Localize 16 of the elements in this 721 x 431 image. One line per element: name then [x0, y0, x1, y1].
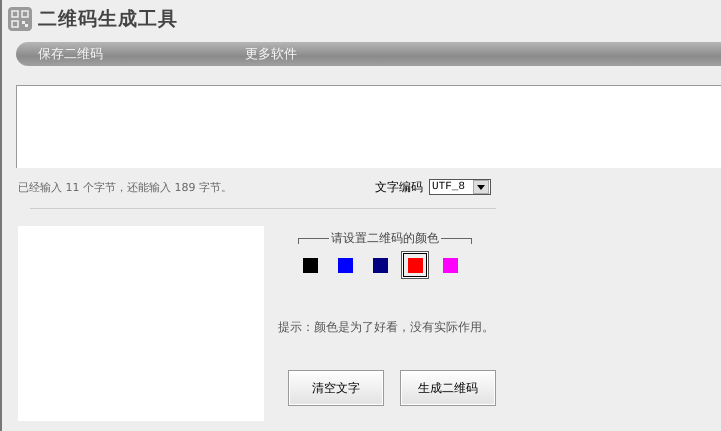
- color-swatch[interactable]: [370, 255, 390, 275]
- encoding-label: 文字编码: [375, 178, 423, 196]
- color-swatch[interactable]: [403, 253, 427, 277]
- action-button[interactable]: 生成二维码: [400, 370, 496, 406]
- encoding-dropdown[interactable]: UTF_8: [429, 179, 491, 195]
- dropdown-arrow-icon: [477, 184, 485, 190]
- qr-code-icon: [8, 7, 32, 31]
- tip-text: 提示：颜色是为了好看，没有实际作用。: [278, 319, 495, 336]
- color-swatch[interactable]: [300, 255, 320, 275]
- color-swatch[interactable]: [335, 255, 355, 275]
- action-button[interactable]: 清空文字: [288, 370, 384, 406]
- window-title: 二维码生成工具: [38, 7, 178, 32]
- byte-count-text: 已经输入 11 个字节，还能输入 189 字节。: [18, 180, 233, 194]
- text-input-field[interactable]: [16, 85, 721, 168]
- color-swatch[interactable]: [440, 255, 460, 275]
- color-legend: 请设置二维码的颜色: [329, 230, 441, 247]
